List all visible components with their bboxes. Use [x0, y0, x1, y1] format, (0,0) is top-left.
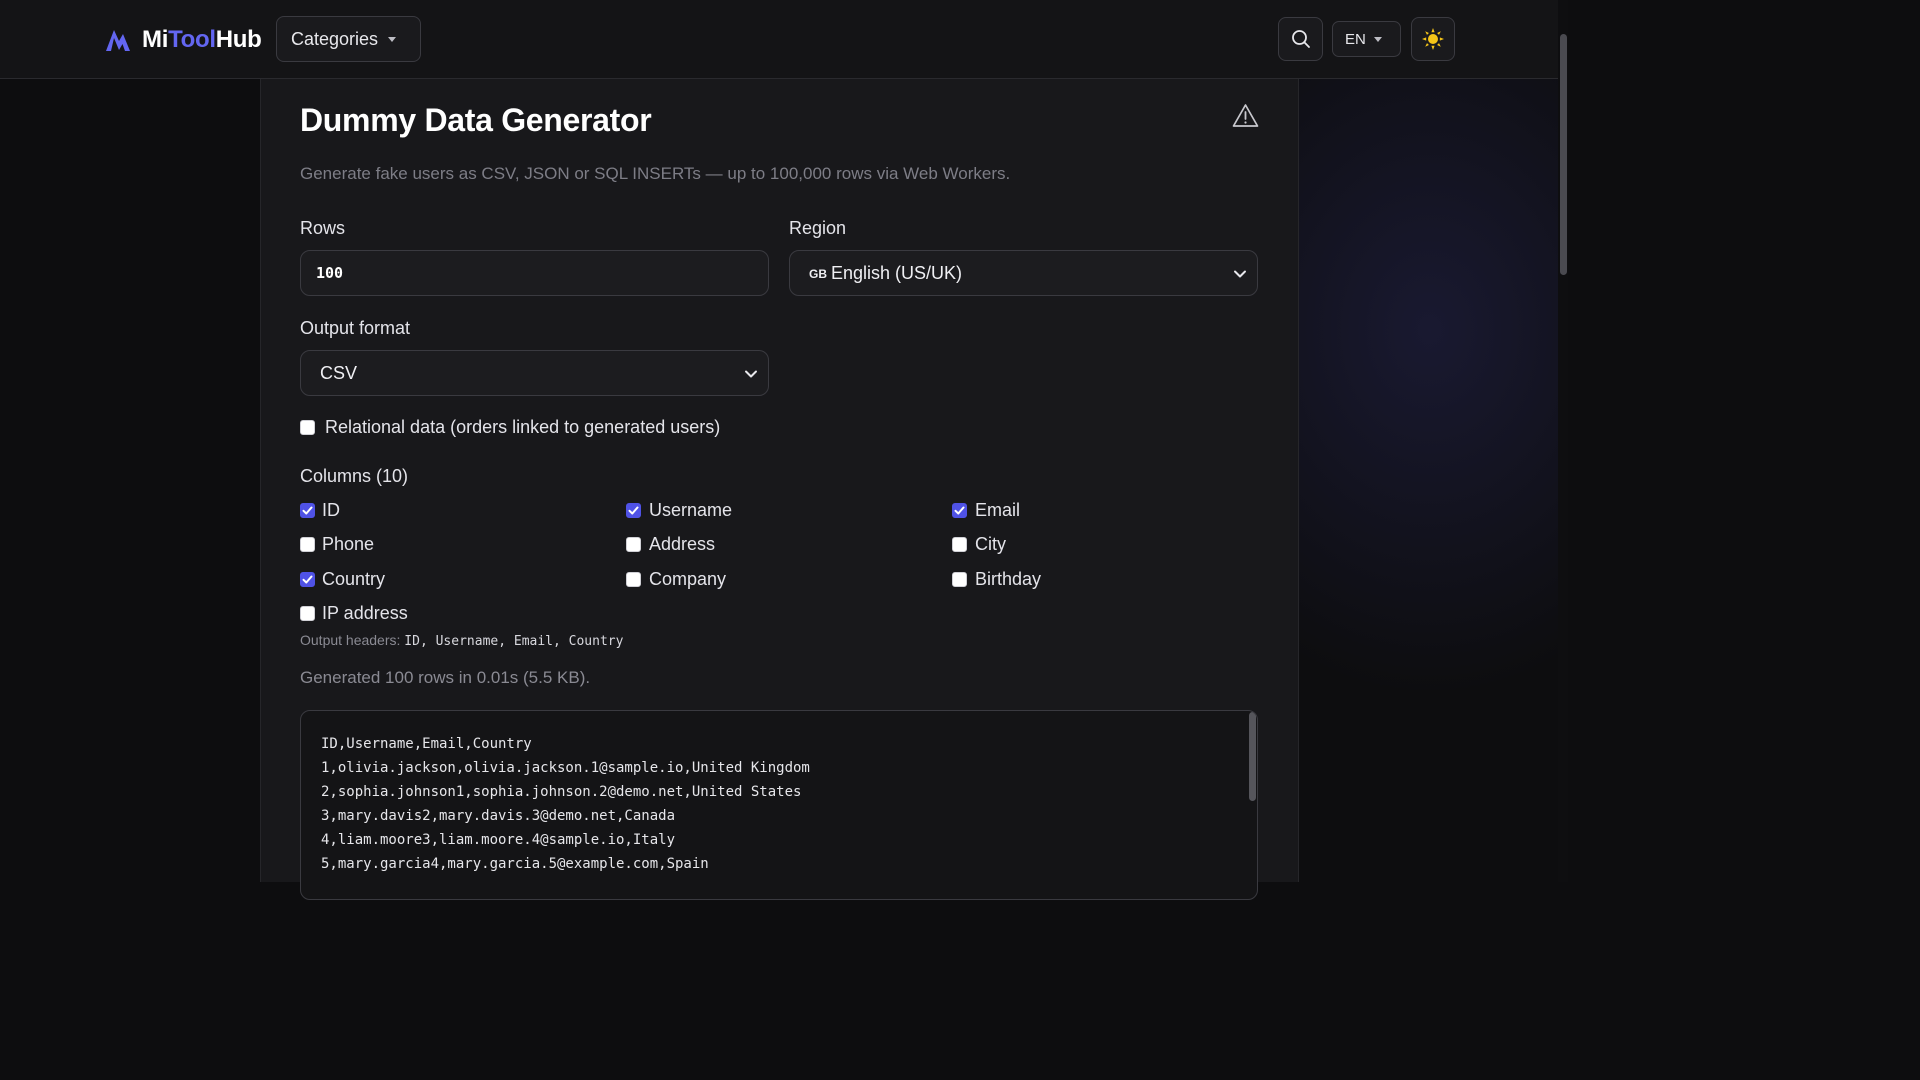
column-label-address: Address: [649, 534, 716, 554]
output-textarea[interactable]: ID,Username,Email,Country 1,olivia.jacks…: [300, 710, 1258, 900]
caret-down-icon: [1373, 36, 1382, 42]
column-checkbox-birthday[interactable]: [952, 572, 967, 587]
column-checkbox-address[interactable]: [626, 537, 641, 552]
column-checkbox-email[interactable]: [952, 503, 967, 518]
search-button[interactable]: [1278, 17, 1323, 61]
column-label-email: Email: [975, 500, 1021, 520]
column-label-id: ID: [322, 500, 340, 520]
region-select[interactable]: GB English (US/UK): [789, 250, 1258, 296]
chevron-down-icon: [1234, 270, 1246, 278]
output-scrollbar-thumb[interactable]: [1249, 712, 1256, 801]
column-label-username: Username: [649, 500, 733, 520]
column-checkbox-phone[interactable]: [300, 537, 315, 552]
column-label-birthday: Birthday: [975, 569, 1042, 589]
checkmark-icon: [628, 506, 639, 515]
relational-data-checkbox[interactable]: [300, 420, 315, 435]
output-line: 1,olivia.jackson,olivia.jackson.1@sample…: [321, 760, 810, 776]
columns-heading: Columns (10): [300, 466, 409, 486]
logo-mark-icon: [106, 30, 130, 51]
output-headers-line: Output headers: ID, Username, Email, Cou…: [300, 632, 623, 649]
chevron-down-icon: [745, 370, 757, 378]
logo-text: MiToolHub: [142, 26, 262, 53]
region-label: Region: [789, 218, 847, 238]
sun-icon: [1422, 28, 1444, 50]
checkmark-icon: [954, 506, 965, 515]
column-checkbox-company[interactable]: [626, 572, 641, 587]
output-format-value: CSV: [320, 362, 358, 383]
rows-label: Rows: [300, 218, 346, 238]
relational-data-label: Relational data (orders linked to genera…: [325, 417, 721, 437]
region-select-value: English (US/UK): [831, 262, 963, 283]
column-checkbox-country[interactable]: [300, 572, 315, 587]
report-issue-warning-icon[interactable]: [1232, 103, 1259, 128]
language-selector[interactable]: EN: [1332, 21, 1401, 57]
output-headers-value: ID, Username, Email, Country: [404, 634, 624, 649]
rows-input[interactable]: 100: [300, 250, 769, 296]
output-line: 3,mary.davis2,mary.davis.3@demo.net,Cana…: [321, 808, 676, 824]
output-format-select[interactable]: CSV: [300, 350, 769, 396]
page-subtitle: Generate fake users as CSV, JSON or SQL …: [300, 164, 1011, 183]
output-line: 5,mary.garcia4,mary.garcia.5@example.com…: [321, 856, 709, 872]
output-line: 4,liam.moore3,liam.moore.4@sample.io,Ita…: [321, 832, 676, 848]
output-content: ID,Username,Email,Country 1,olivia.jacks…: [321, 732, 810, 876]
output-line: 2,sophia.johnson1,sophia.johnson.2@demo.…: [321, 784, 802, 800]
page-scrollbar-thumb[interactable]: [1560, 34, 1567, 275]
search-icon: [1291, 30, 1310, 48]
theme-toggle-button[interactable]: [1411, 17, 1455, 61]
caret-down-icon: [388, 36, 397, 42]
column-label-country: Country: [322, 569, 386, 589]
output-headers-prefix: Output headers:: [300, 632, 401, 648]
column-checkbox-username[interactable]: [626, 503, 641, 518]
column-checkbox-ip-address[interactable]: [300, 606, 315, 621]
top-navbar: MiToolHub Categories EN: [0, 0, 1558, 79]
column-label-company: Company: [649, 569, 727, 589]
categories-label: Categories: [291, 28, 379, 49]
page-title: Dummy Data Generator: [300, 102, 652, 138]
checkmark-icon: [302, 575, 313, 584]
column-checkbox-city[interactable]: [952, 537, 967, 552]
categories-dropdown-button[interactable]: Categories: [276, 16, 421, 62]
language-label: EN: [1345, 30, 1366, 48]
column-label-city: City: [975, 534, 1006, 554]
output-format-label: Output format: [300, 318, 411, 338]
generation-status: Generated 100 rows in 0.01s (5.5 KB).: [300, 668, 591, 687]
column-checkbox-id[interactable]: [300, 503, 315, 518]
checkmark-icon: [302, 506, 313, 515]
region-flag: GB: [809, 267, 827, 281]
output-line: ID,Username,Email,Country: [321, 736, 532, 752]
column-label-phone: Phone: [322, 534, 375, 554]
rows-input-value: 100: [316, 264, 344, 282]
column-label-ip-address: IP address: [322, 603, 408, 623]
site-logo[interactable]: MiToolHub: [104, 24, 262, 56]
